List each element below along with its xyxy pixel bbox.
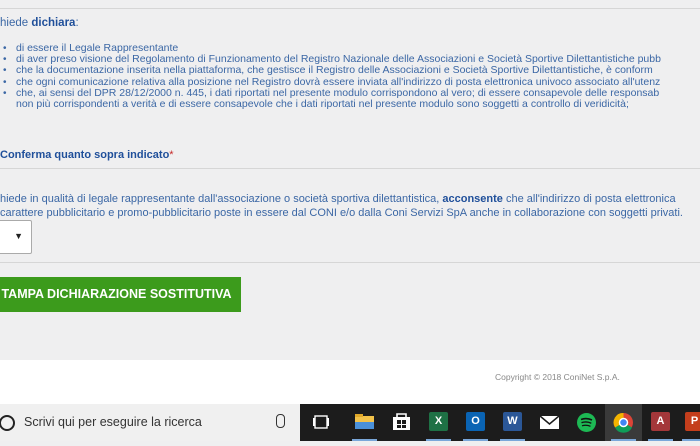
taskbar-app-explorer[interactable]	[346, 404, 383, 441]
divider	[0, 8, 700, 9]
taskbar-app-mail[interactable]	[531, 404, 568, 441]
conferma-checkbox-label[interactable]: Conferma quanto sopra indicato*	[0, 149, 174, 161]
chevron-down-icon: ▼	[14, 231, 23, 241]
taskbar-app-powerpoint[interactable]: P	[676, 404, 700, 441]
print-declaration-button[interactable]: TAMPA DICHIARAZIONE SOSTITUTIVA	[0, 277, 241, 312]
taskbar-app-excel[interactable]: X	[420, 404, 457, 441]
chrome-icon	[613, 412, 633, 433]
word-icon: W	[503, 412, 522, 431]
spotify-icon	[577, 413, 596, 432]
powerpoint-icon: P	[685, 412, 700, 431]
store-icon	[393, 413, 410, 430]
excel-icon: X	[429, 412, 448, 431]
divider	[0, 168, 700, 169]
declaration-intro: hiede dichiara:	[0, 17, 79, 29]
search-input[interactable]: Scrivi qui per eseguire la ricerca	[24, 415, 202, 429]
list-item-continuation: non più corrispondenti a verità e di ess…	[16, 98, 629, 111]
copyright-text: Copyright © 2018 ConiNet S.p.A.	[495, 372, 620, 382]
consent-text: hiede in qualità di legale rappresentant…	[0, 193, 683, 219]
declaration-list: di essere il Legale Rappresentante di av…	[0, 42, 661, 111]
form-page: hiede dichiara: di essere il Legale Rapp…	[0, 0, 700, 404]
taskbar-app-access[interactable]: A	[642, 404, 679, 441]
divider	[0, 262, 700, 263]
task-view-button[interactable]	[303, 404, 340, 441]
task-view-icon	[313, 415, 329, 429]
list-item: che, ai sensi del DPR 28/12/2000 n. 445,…	[0, 87, 661, 111]
required-mark: *	[169, 149, 174, 161]
outlook-icon: O	[466, 412, 485, 431]
file-explorer-icon	[355, 414, 374, 429]
footer: Copyright © 2018 ConiNet S.p.A.	[0, 360, 700, 404]
taskbar-app-spotify[interactable]	[568, 404, 605, 441]
taskbar-app-outlook[interactable]: O	[457, 404, 494, 441]
taskbar-app-word[interactable]: W	[494, 404, 531, 441]
taskbar-search[interactable]: Scrivi qui per eseguire la ricerca	[0, 404, 300, 441]
taskbar-app-store[interactable]	[383, 404, 420, 441]
consent-select[interactable]: ▼	[0, 220, 32, 254]
mail-icon	[539, 415, 560, 429]
microphone-icon[interactable]	[276, 414, 285, 428]
taskbar: Scrivi qui per eseguire la ricerca X O W…	[0, 404, 700, 441]
access-icon: A	[651, 412, 670, 431]
taskbar-app-chrome[interactable]	[605, 404, 642, 441]
cortana-icon[interactable]	[0, 415, 15, 431]
